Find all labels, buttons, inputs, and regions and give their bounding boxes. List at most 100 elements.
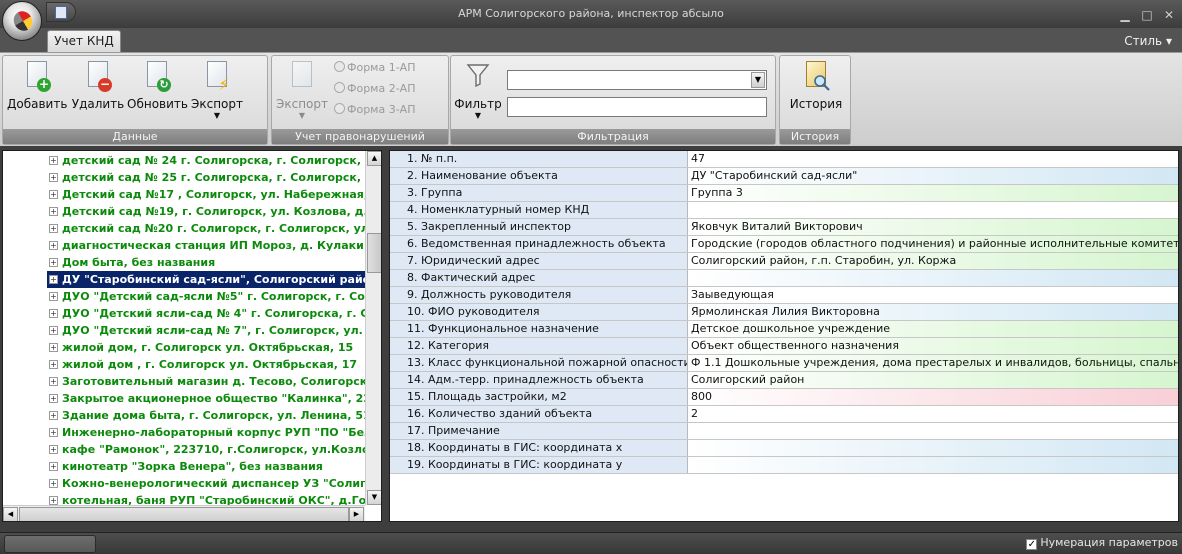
tree-item[interactable]: + детский сад № 25 г. Солигорска, г. Соли… [47,169,365,186]
radio-form-1[interactable]: Форма 1-АП [334,61,415,74]
expand-icon[interactable]: + [49,428,58,437]
tree-item[interactable]: + Закрытое акционерное общество "Калинка"… [47,390,365,407]
scroll-thumb[interactable] [19,507,349,521]
expand-icon[interactable]: + [49,258,58,267]
tree-item[interactable]: + Инженерно-лабораторный корпус РУП "ПО "… [47,424,365,441]
expand-icon[interactable]: + [49,360,58,369]
expand-icon[interactable]: + [49,173,58,182]
close-button[interactable]: ✕ [1162,8,1176,22]
property-row[interactable]: 2. Наименование объекта ДУ "Старобинский … [390,168,1178,185]
chevron-down-icon[interactable]: ▼ [751,72,765,88]
property-value[interactable]: Яковчук Виталий Викторович [688,219,1178,235]
property-value[interactable] [688,457,1178,473]
expand-icon[interactable]: + [49,190,58,199]
numbering-checkbox[interactable]: ✓ Нумерация параметров [1026,536,1178,550]
expand-icon[interactable]: + [49,275,58,284]
expand-icon[interactable]: + [49,496,58,505]
expand-icon[interactable]: + [49,207,58,216]
scroll-thumb[interactable] [367,233,381,273]
expand-icon[interactable]: + [49,224,58,233]
application-menu-button[interactable] [2,1,42,41]
property-value[interactable] [688,440,1178,456]
tree-item[interactable]: + Заготовительный магазин д. Тесово, Соли… [47,373,365,390]
property-value[interactable]: 800 [688,389,1178,405]
radio-form-2[interactable]: Форма 2-АП [334,82,415,95]
property-row[interactable]: 11. Функциональное назначение Детское дош… [390,321,1178,338]
style-menu[interactable]: Стиль ▾ [1124,34,1172,48]
tree-item[interactable]: + ДУО "Детский ясли-сад № 4" г. Солигорск… [47,305,365,322]
tree-item[interactable]: + ДУО "Детский ясли-сад № 7", г. Солигорс… [47,322,365,339]
history-button[interactable]: История [784,60,848,128]
expand-icon[interactable]: + [49,241,58,250]
tree-item[interactable]: + Детский сад №19, г. Солигорск, ул. Козл… [47,203,365,220]
tree-item[interactable]: + кафе "Рамонок", 223710, г.Солигорск, ул… [47,441,365,458]
expand-icon[interactable]: + [49,462,58,471]
tree-horizontal-scrollbar[interactable]: ◀ ▶ [3,505,365,521]
property-row[interactable]: 1. № п.п. 47 [390,151,1178,168]
tree-item[interactable]: + жилой дом, г. Солигорск ул. Октябрьская… [47,339,365,356]
filter-button[interactable]: Фильтр ▼ [453,60,503,128]
property-row[interactable]: 9. Должность руководителя Заыведующая [390,287,1178,304]
property-value[interactable]: Городские (городов областного подчинения… [688,236,1178,252]
property-row[interactable]: 5. Закрепленный инспектор Яковчук Виталий… [390,219,1178,236]
export-button[interactable]: ⚡ Экспорт ▼ [189,60,245,128]
property-row[interactable]: 17. Примечание [390,423,1178,440]
property-row[interactable]: 10. ФИО руководителя Ярмолинская Лилия Ви… [390,304,1178,321]
object-tree[interactable]: + детский сад № 24 г. Солигорска, г. Соли… [2,150,382,522]
radio-form-3[interactable]: Форма 3-АП [334,103,415,116]
property-value[interactable]: Объект общественного назначения [688,338,1178,354]
expand-icon[interactable]: + [49,377,58,386]
expand-icon[interactable]: + [49,445,58,454]
tree-item[interactable]: + жилой дом , г. Солигорск ул. Октябрьска… [47,356,365,373]
filter-field-combo[interactable]: ▼ [507,70,767,90]
property-value[interactable]: 2 [688,406,1178,422]
tree-item[interactable]: + Кожно-венерологический диспансер УЗ "Со… [47,475,365,492]
property-value[interactable]: Заыведующая [688,287,1178,303]
tree-item[interactable]: + Детский сад №17 , Солигорск, ул. Набере… [47,186,365,203]
expand-icon[interactable]: + [49,394,58,403]
expand-icon[interactable]: + [49,326,58,335]
property-value[interactable]: 47 [688,151,1178,167]
property-row[interactable]: 3. Группа Группа 3 [390,185,1178,202]
expand-icon[interactable]: + [49,309,58,318]
tree-item[interactable]: + детский сад №20 г. Солигорск, г. Солиго… [47,220,365,237]
property-row[interactable]: 19. Координаты в ГИС: координата у [390,457,1178,474]
property-value[interactable]: Детское дошкольное учреждение [688,321,1178,337]
property-row[interactable]: 8. Фактический адрес [390,270,1178,287]
tree-item[interactable]: + Дом быта, без названия [47,254,365,271]
property-row[interactable]: 14. Адм.-терр. принадлежность объекта Сол… [390,372,1178,389]
scroll-left-icon[interactable]: ◀ [3,507,18,521]
property-value[interactable]: Солигорский район [688,372,1178,388]
tree-item[interactable]: + диагностическая станция ИП Мороз, д. Ку… [47,237,365,254]
delete-button[interactable]: − Удалить [69,60,127,128]
maximize-button[interactable]: □ [1140,8,1154,22]
refresh-button[interactable]: ↻ Обновить [127,60,188,128]
expand-icon[interactable]: + [49,343,58,352]
tab-knd[interactable]: Учет КНД [47,30,121,52]
scroll-up-icon[interactable]: ▲ [367,151,381,166]
violations-export-button[interactable]: Экспорт ▼ [274,60,330,128]
property-value[interactable] [688,202,1178,218]
expand-icon[interactable]: + [49,156,58,165]
add-button[interactable]: + Добавить [7,60,67,128]
expand-icon[interactable]: + [49,292,58,301]
tree-item[interactable]: + ДУО "Детский сад-ясли №5" г. Солигорск,… [47,288,365,305]
property-row[interactable]: 6. Ведомственная принадлежность объекта Г… [390,236,1178,253]
property-value[interactable] [688,270,1178,286]
expand-icon[interactable]: + [49,479,58,488]
property-value[interactable]: Солигорский район, г.п. Старобин, ул. Ко… [688,253,1178,269]
tree-item[interactable]: + ДУ "Старобинский сад-ясли", Солигорский… [47,271,365,288]
property-value[interactable] [688,423,1178,439]
property-value[interactable]: ДУ "Старобинский сад-ясли" [688,168,1178,184]
property-row[interactable]: 4. Номенклатурный номер КНД [390,202,1178,219]
property-value[interactable]: Ф 1.1 Дошкольные учреждения, дома преста… [688,355,1178,371]
property-value[interactable]: Ярмолинская Лилия Викторовна [688,304,1178,320]
property-row[interactable]: 15. Площадь застройки, м2 800 [390,389,1178,406]
tree-vertical-scrollbar[interactable]: ▲ ▼ [365,151,381,505]
property-row[interactable]: 12. Категория Объект общественного назнач… [390,338,1178,355]
property-row[interactable]: 13. Класс функциональной пожарной опасно… [390,355,1178,372]
expand-icon[interactable]: + [49,411,58,420]
property-value[interactable]: Группа 3 [688,185,1178,201]
tree-item[interactable]: + кинотеатр "Зорка Венера", без названия [47,458,365,475]
scroll-down-icon[interactable]: ▼ [367,490,381,505]
